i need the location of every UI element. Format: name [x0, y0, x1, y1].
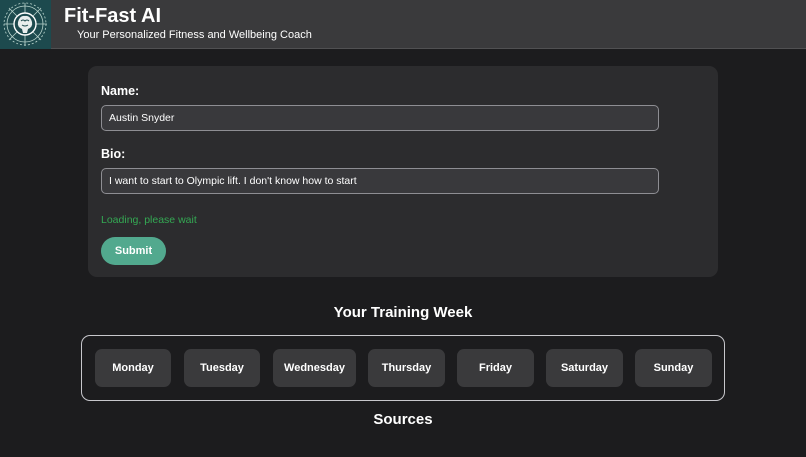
loading-status: Loading, please wait [101, 214, 197, 226]
training-week-container: Monday Tuesday Wednesday Thursday Friday… [81, 335, 725, 401]
day-saturday[interactable]: Saturday [546, 349, 623, 387]
app-title: Fit-Fast AI [64, 5, 162, 27]
bio-input[interactable] [101, 168, 659, 194]
app-subtitle: Your Personalized Fitness and Wellbeing … [77, 29, 312, 41]
day-monday[interactable]: Monday [95, 349, 171, 387]
name-input[interactable] [101, 105, 659, 131]
day-friday[interactable]: Friday [457, 349, 534, 387]
training-week-title: Your Training Week [333, 304, 473, 321]
name-label: Name: [101, 84, 140, 98]
submit-button[interactable]: Submit [101, 237, 166, 265]
day-tuesday[interactable]: Tuesday [184, 349, 260, 387]
sources-title: Sources [373, 411, 433, 428]
app-header: Fit-Fast AI Your Personalized Fitness an… [0, 0, 806, 49]
day-sunday[interactable]: Sunday [635, 349, 712, 387]
day-thursday[interactable]: Thursday [368, 349, 445, 387]
profile-form-card: Name: Bio: Loading, please wait Submit [88, 66, 718, 277]
fitness-brain-logo-icon [0, 0, 51, 49]
day-wednesday[interactable]: Wednesday [273, 349, 356, 387]
bio-label: Bio: [101, 147, 126, 161]
